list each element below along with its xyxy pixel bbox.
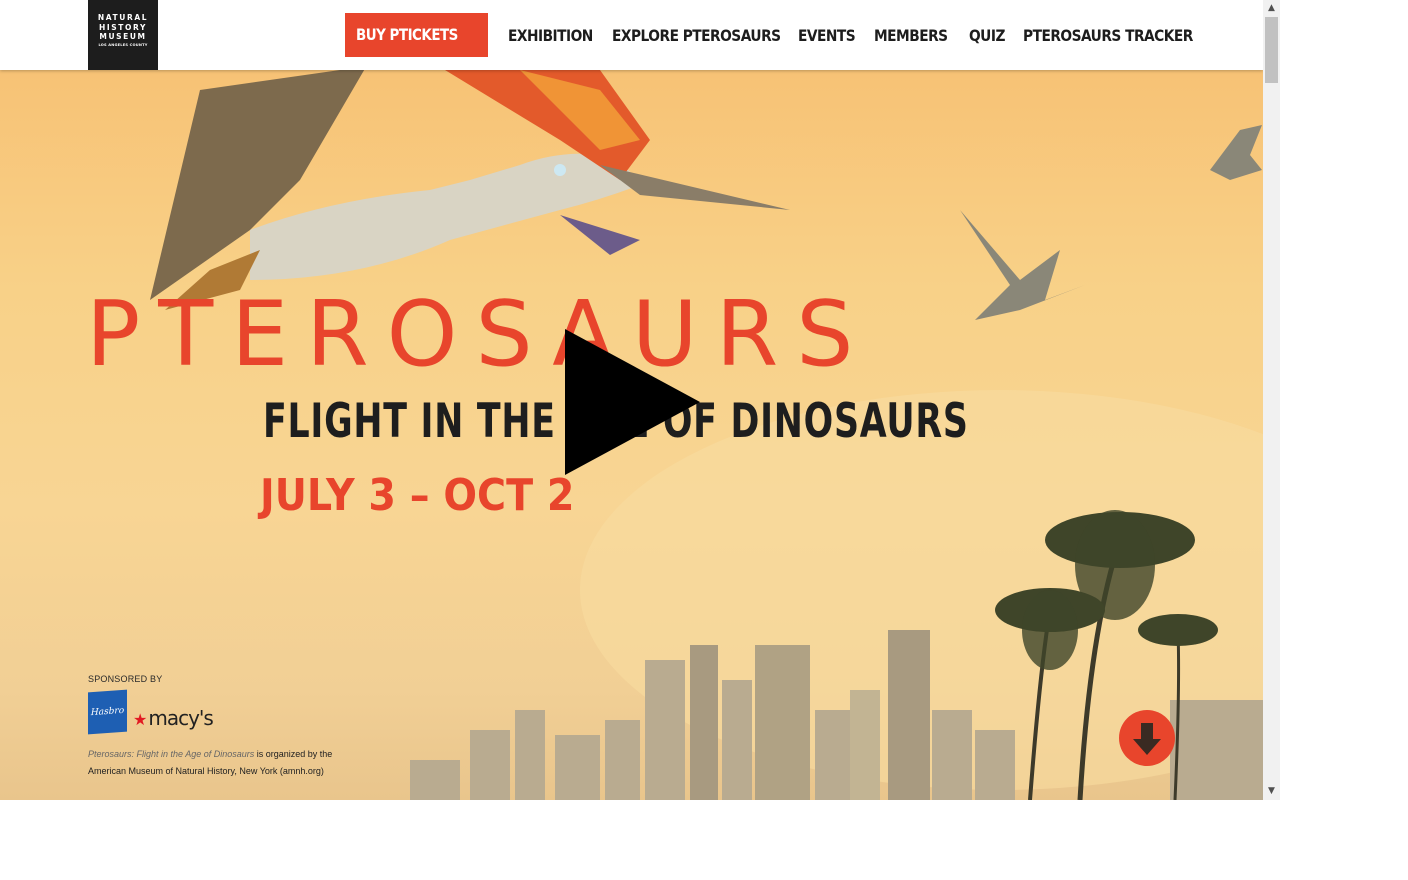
sponsored-by-label: SPONSORED BY xyxy=(88,674,163,684)
site-header: NATURAL HISTORY MUSEUM LOS ANGELES COUNT… xyxy=(0,0,1263,70)
logo-line-4: LOS ANGELES COUNTY xyxy=(98,42,148,47)
logo-line-2: HISTORY xyxy=(99,22,147,32)
distant-pterosaurs xyxy=(960,125,1262,320)
nav-explore-pterosaurs[interactable]: EXPLORE PTEROSAURS xyxy=(612,26,781,45)
nav-quiz[interactable]: QUIZ xyxy=(969,26,1015,45)
logo-line-3: MUSEUM xyxy=(99,32,147,41)
nav-pterosaurs-tracker[interactable]: PTEROSAURS TRACKER xyxy=(1023,26,1193,45)
macys-wordmark: macy's xyxy=(148,706,213,730)
hero-banner: PTEROSAURS FLIGHT IN THE AGE OF DINOSAUR… xyxy=(0,70,1263,800)
hero-dates: JULY 3 – OCT 2 xyxy=(260,470,575,521)
vertical-scrollbar[interactable]: ▲ ▼ xyxy=(1263,0,1280,800)
browser-viewport: NATURAL HISTORY MUSEUM LOS ANGELES COUNT… xyxy=(0,0,1263,800)
scroll-down-icon[interactable]: ▼ xyxy=(1263,783,1280,800)
macys-star-icon: ★ xyxy=(133,710,147,729)
main-nav: BUY PTICKETS EXHIBITION EXPLORE PTEROSAU… xyxy=(345,13,1203,57)
scrollbar-thumb[interactable] xyxy=(1265,17,1278,83)
play-icon[interactable] xyxy=(565,329,700,475)
organizer-credit: Pterosaurs: Flight in the Age of Dinosau… xyxy=(88,746,368,780)
museum-logo[interactable]: NATURAL HISTORY MUSEUM LOS ANGELES COUNT… xyxy=(88,0,158,70)
logo-line-1: NATURAL xyxy=(97,13,149,22)
nav-members[interactable]: MEMBERS xyxy=(874,26,956,45)
scroll-up-icon[interactable]: ▲ xyxy=(1263,0,1280,17)
nav-exhibition[interactable]: EXHIBITION xyxy=(508,26,595,45)
arrow-down-icon xyxy=(1133,723,1161,755)
hasbro-logo[interactable]: Hasbro xyxy=(88,689,127,735)
hero-title: PTEROSAURS xyxy=(86,282,872,387)
main-pterosaur xyxy=(150,70,790,310)
credit-exhibit-name: Pterosaurs: Flight in the Age of Dinosau… xyxy=(88,749,255,759)
nav-buy-tickets-button[interactable]: BUY PTICKETS xyxy=(345,13,489,57)
nav-events[interactable]: EVENTS xyxy=(798,26,864,45)
scroll-down-button[interactable] xyxy=(1119,710,1175,766)
macys-logo[interactable]: ★ macy's xyxy=(133,706,214,730)
